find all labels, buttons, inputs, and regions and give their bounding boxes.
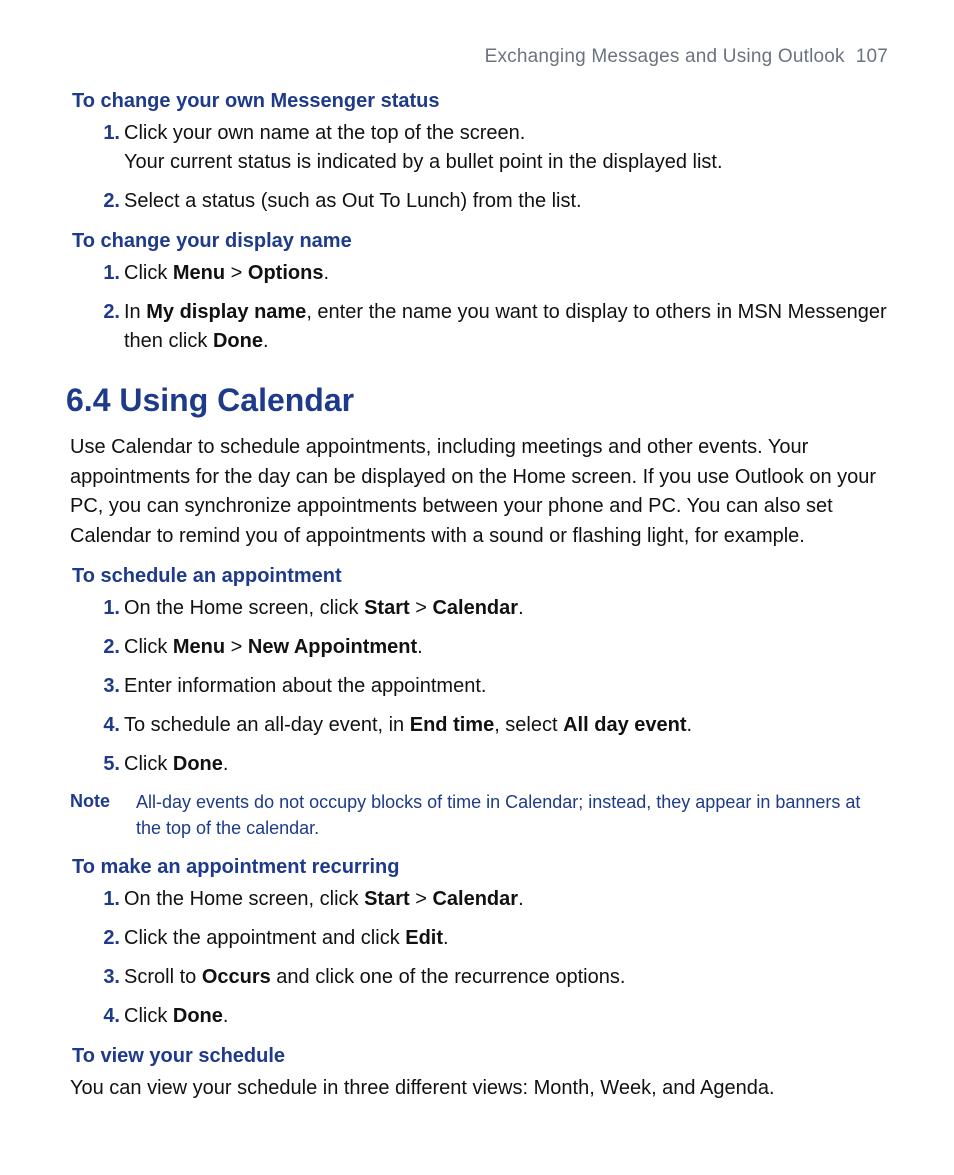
- step-number: 3.: [90, 672, 120, 701]
- bold-text: My display name: [146, 301, 306, 323]
- subhead-messenger-status: To change your own Messenger status: [66, 90, 888, 113]
- step-text: Your current status is indicated by a bu…: [124, 148, 888, 177]
- bold-text: Edit: [405, 927, 443, 949]
- section-heading-using-calendar: 6.4 Using Calendar: [66, 382, 888, 419]
- list-item: 1. Click Menu > Options.: [124, 259, 888, 288]
- step-text: In My display name, enter the name you w…: [124, 301, 887, 352]
- list-item: 2. Click the appointment and click Edit.: [124, 924, 888, 953]
- bold-text: Options: [248, 262, 324, 284]
- subhead-recurring: To make an appointment recurring: [66, 856, 888, 879]
- step-text: Select a status (such as Out To Lunch) f…: [124, 190, 582, 212]
- step-number: 3.: [90, 963, 120, 992]
- text: .: [417, 636, 423, 658]
- bold-text: Menu: [173, 636, 225, 658]
- list-item: 1. On the Home screen, click Start > Cal…: [124, 885, 888, 914]
- note-block: Note All-day events do not occupy blocks…: [70, 789, 888, 841]
- text: .: [518, 888, 524, 910]
- running-header: Exchanging Messages and Using Outlook 10…: [66, 46, 888, 68]
- text: .: [263, 330, 269, 352]
- step-text: Click Done.: [124, 1005, 228, 1027]
- text: .: [323, 262, 329, 284]
- text: Click: [124, 1005, 173, 1027]
- subhead-schedule-appointment: To schedule an appointment: [66, 565, 888, 588]
- steps-recurring: 1. On the Home screen, click Start > Cal…: [66, 885, 888, 1031]
- text: .: [518, 597, 524, 619]
- text: >: [410, 597, 433, 619]
- step-number: 4.: [90, 1002, 120, 1031]
- text: Click: [124, 636, 173, 658]
- list-item: 2. In My display name, enter the name yo…: [124, 298, 888, 356]
- section-intro: Use Calendar to schedule appointments, i…: [70, 433, 888, 551]
- list-item: 2. Select a status (such as Out To Lunch…: [124, 187, 888, 216]
- step-number: 1.: [90, 119, 120, 148]
- step-text: Click Done.: [124, 753, 228, 775]
- note-text: All-day events do not occupy blocks of t…: [136, 789, 888, 841]
- list-item: 1. Click your own name at the top of the…: [124, 119, 888, 177]
- bold-text: Done: [173, 1005, 223, 1027]
- step-text: On the Home screen, click Start > Calend…: [124, 597, 524, 619]
- note-label: Note: [70, 789, 110, 841]
- list-item: 3. Scroll to Occurs and click one of the…: [124, 963, 888, 992]
- list-item: 3. Enter information about the appointme…: [124, 672, 888, 701]
- step-text: Click Menu > Options.: [124, 262, 329, 284]
- text: .: [223, 1005, 229, 1027]
- step-text: Click your own name at the top of the sc…: [124, 119, 888, 148]
- bold-text: Menu: [173, 262, 225, 284]
- text: Click the appointment and click: [124, 927, 405, 949]
- bold-text: Start: [364, 888, 410, 910]
- step-number: 4.: [90, 711, 120, 740]
- text: To schedule an all-day event, in: [124, 714, 410, 736]
- step-text: Enter information about the appointment.: [124, 675, 486, 697]
- text: , select: [494, 714, 563, 736]
- step-number: 2.: [90, 187, 120, 216]
- text: Click: [124, 753, 173, 775]
- subhead-display-name: To change your display name: [66, 230, 888, 253]
- text: >: [410, 888, 433, 910]
- text: .: [687, 714, 693, 736]
- bold-text: End time: [410, 714, 494, 736]
- step-text: To schedule an all-day event, in End tim…: [124, 714, 692, 736]
- text: On the Home screen, click: [124, 888, 364, 910]
- list-item: 4. To schedule an all-day event, in End …: [124, 711, 888, 740]
- document-page: Exchanging Messages and Using Outlook 10…: [0, 0, 954, 1175]
- text: .: [443, 927, 449, 949]
- steps-messenger-status: 1. Click your own name at the top of the…: [66, 119, 888, 216]
- bold-text: Done: [173, 753, 223, 775]
- bold-text: All day event: [563, 714, 686, 736]
- bold-text: New Appointment: [248, 636, 417, 658]
- step-number: 2.: [90, 924, 120, 953]
- steps-display-name: 1. Click Menu > Options. 2. In My displa…: [66, 259, 888, 356]
- bold-text: Done: [213, 330, 263, 352]
- step-number: 1.: [90, 594, 120, 623]
- text: >: [225, 262, 248, 284]
- text: .: [223, 753, 229, 775]
- step-number: 1.: [90, 885, 120, 914]
- step-number: 2.: [90, 633, 120, 662]
- step-text: Click the appointment and click Edit.: [124, 927, 449, 949]
- text: >: [225, 636, 248, 658]
- text: In: [124, 301, 146, 323]
- list-item: 2. Click Menu > New Appointment.: [124, 633, 888, 662]
- list-item: 4. Click Done.: [124, 1002, 888, 1031]
- text: Click: [124, 262, 173, 284]
- text: and click one of the recurrence options.: [271, 966, 626, 988]
- bold-text: Calendar: [432, 597, 518, 619]
- step-text: Scroll to Occurs and click one of the re…: [124, 966, 625, 988]
- step-text: On the Home screen, click Start > Calend…: [124, 888, 524, 910]
- bold-text: Calendar: [432, 888, 518, 910]
- text: On the Home screen, click: [124, 597, 364, 619]
- list-item: 5. Click Done.: [124, 750, 888, 779]
- text: Scroll to: [124, 966, 202, 988]
- step-text: Click Menu > New Appointment.: [124, 636, 423, 658]
- view-schedule-text: You can view your schedule in three diff…: [70, 1074, 888, 1104]
- steps-schedule-appointment: 1. On the Home screen, click Start > Cal…: [66, 594, 888, 779]
- list-item: 1. On the Home screen, click Start > Cal…: [124, 594, 888, 623]
- step-number: 2.: [90, 298, 120, 327]
- step-number: 1.: [90, 259, 120, 288]
- step-number: 5.: [90, 750, 120, 779]
- subhead-view-schedule: To view your schedule: [66, 1045, 888, 1068]
- bold-text: Occurs: [202, 966, 271, 988]
- bold-text: Start: [364, 597, 410, 619]
